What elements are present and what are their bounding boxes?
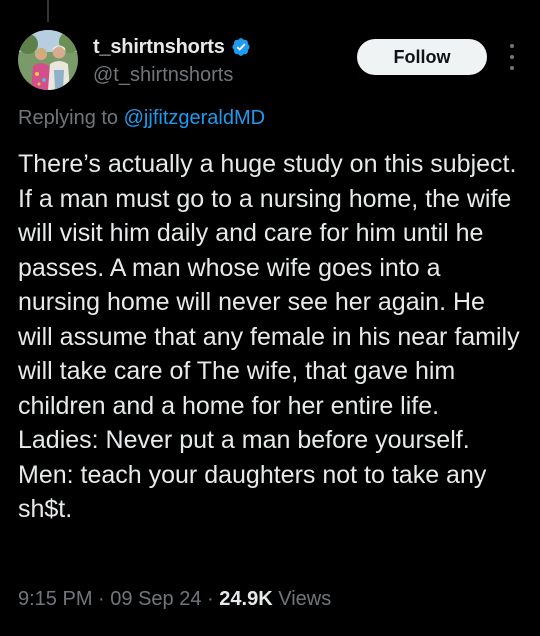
follow-button[interactable]: Follow bbox=[357, 39, 487, 75]
user-handle[interactable]: @t_shirtnshorts bbox=[93, 64, 251, 87]
tweet-time[interactable]: 9:15 PM bbox=[18, 588, 92, 610]
verified-badge-icon bbox=[231, 37, 251, 57]
tweet-text: There’s actually a huge study on this su… bbox=[18, 150, 520, 523]
more-vertical-icon[interactable] bbox=[504, 44, 520, 70]
views-count[interactable]: 24.9K bbox=[219, 588, 272, 610]
display-name[interactable]: t_shirtnshorts bbox=[93, 36, 225, 59]
user-names: t_shirtnshorts @t_shirtnshorts bbox=[93, 34, 251, 87]
tweet-date[interactable]: 09 Sep 24 bbox=[110, 588, 201, 610]
views-label: Views bbox=[278, 588, 332, 610]
meta-separator: · bbox=[98, 588, 105, 610]
avatar[interactable] bbox=[18, 30, 78, 90]
replying-to: Replying to @jjfitzgeraldMD bbox=[18, 107, 265, 130]
replying-prefix: Replying to bbox=[18, 107, 119, 129]
meta-separator: · bbox=[207, 588, 214, 610]
thread-connector-line bbox=[47, 0, 49, 22]
tweet-meta: 9:15 PM · 09 Sep 24 · 24.9K Views bbox=[18, 588, 331, 611]
reply-mention-link[interactable]: @jjfitzgeraldMD bbox=[124, 107, 265, 129]
tweet-header: t_shirtnshorts @t_shirtnshorts Follow bbox=[18, 30, 522, 94]
